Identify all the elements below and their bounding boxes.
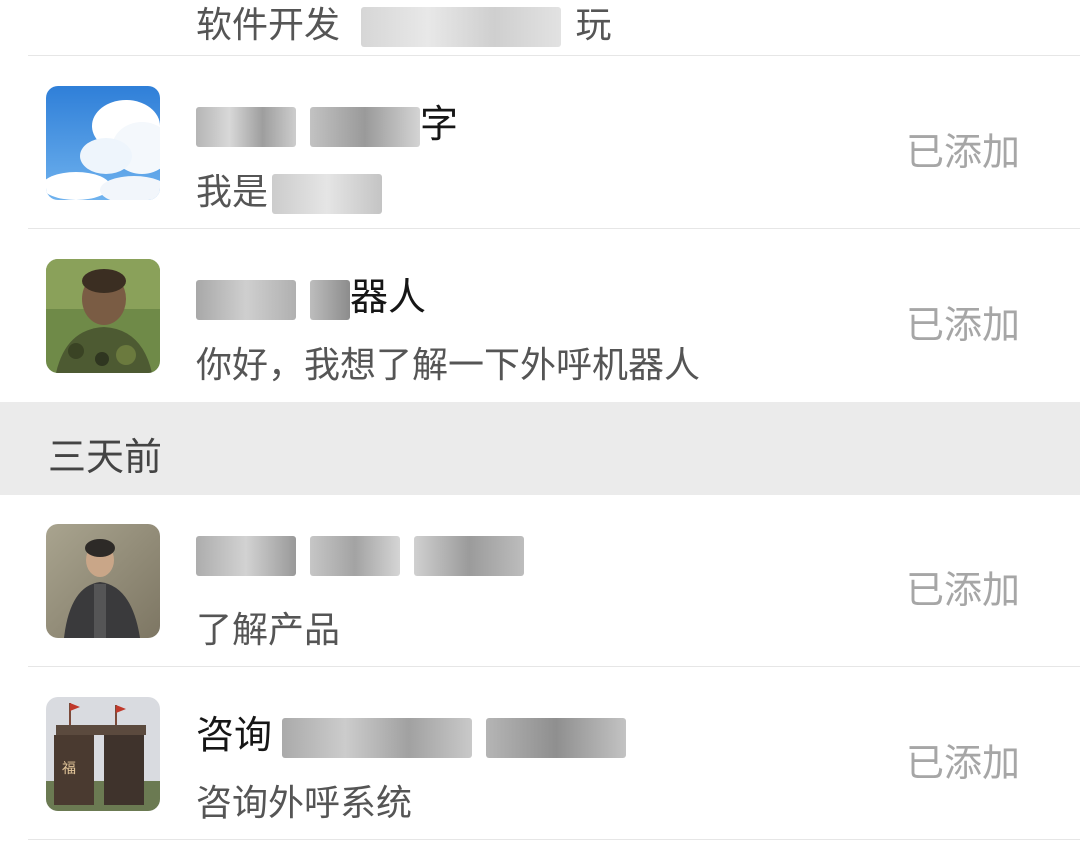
divider xyxy=(28,839,1080,840)
contact-name xyxy=(196,531,538,576)
section-header: 三天前 xyxy=(0,402,1080,495)
message-preview: 你好，我想了解一下外呼机器人 xyxy=(196,345,701,386)
redacted-text xyxy=(414,535,524,576)
list-item-partial[interactable]: 软件开发 玩 xyxy=(0,0,1080,56)
redacted-text xyxy=(196,106,296,147)
list-item[interactable]: 了解产品 已添加 xyxy=(0,495,1080,667)
message-preview: 了解产品 xyxy=(196,610,341,651)
status-added-label: 已添加 xyxy=(905,568,1020,612)
redacted-text xyxy=(361,7,562,47)
sky-clouds-avatar-image xyxy=(46,86,160,200)
status-added-label: 已添加 xyxy=(905,130,1020,174)
status-added-label: 已添加 xyxy=(905,741,1020,785)
redacted-text xyxy=(272,174,383,214)
divider xyxy=(28,55,1080,56)
divider xyxy=(28,228,1080,229)
redacted-text xyxy=(196,535,296,576)
divider xyxy=(28,666,1080,667)
svg-text:福: 福 xyxy=(62,761,76,777)
list-item[interactable]: 字 我是 已添加 xyxy=(0,57,1080,229)
redacted-text xyxy=(282,717,473,758)
section-label: 三天前 xyxy=(48,435,163,479)
message-preview: 我是 xyxy=(196,163,396,215)
list-item[interactable]: 福 咨询 咨询外呼系统 已添加 xyxy=(0,668,1080,840)
contact-name: 字 xyxy=(196,93,458,148)
redacted-text xyxy=(310,106,420,147)
redacted-text xyxy=(196,279,296,320)
soldier-camouflage-avatar-image xyxy=(46,259,160,373)
list-item[interactable]: 器人 你好，我想了解一下外呼机器人 已添加 xyxy=(0,230,1080,402)
redacted-text xyxy=(486,717,627,758)
contact-name: 器人 xyxy=(196,266,426,321)
man-portrait-avatar-image xyxy=(46,524,160,638)
message-preview: 咨询外呼系统 xyxy=(196,783,413,824)
contact-name: 咨询 xyxy=(196,704,640,759)
status-added-label: 已添加 xyxy=(905,303,1020,347)
message-preview: 软件开发 玩 xyxy=(196,5,612,47)
redacted-text xyxy=(310,535,400,576)
redacted-text xyxy=(310,279,350,320)
gate-flags-avatar-image: 福 xyxy=(46,697,160,811)
